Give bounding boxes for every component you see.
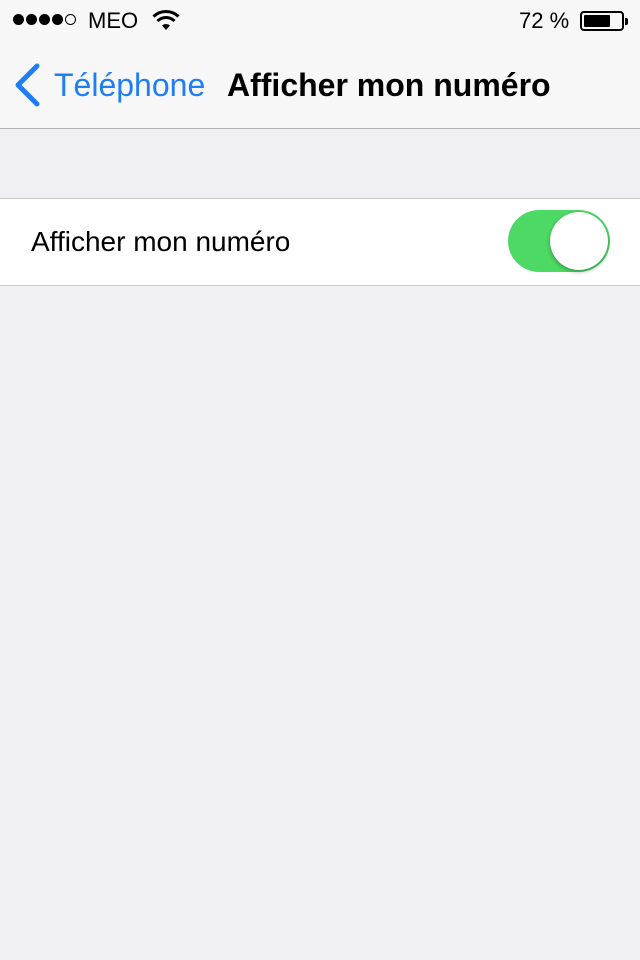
screen: MEO 72 % Téléphone Afficher mon numéro A… xyxy=(0,0,640,960)
page-title: Afficher mon numéro xyxy=(227,67,551,103)
top-chrome: MEO 72 % Téléphone Afficher mon numéro xyxy=(0,0,640,129)
back-button-label: Téléphone xyxy=(54,66,206,103)
signal-dot-empty xyxy=(65,14,76,25)
battery-fill xyxy=(584,15,610,27)
navigation-bar: Téléphone Afficher mon numéro xyxy=(0,40,640,128)
signal-dot xyxy=(52,14,63,25)
toggle-knob xyxy=(550,212,608,270)
wifi-icon xyxy=(152,9,180,30)
back-button[interactable]: Téléphone xyxy=(12,62,205,108)
battery-percentage: 72 % xyxy=(519,8,570,33)
signal-icon xyxy=(13,14,76,25)
back-chevron-icon xyxy=(15,63,40,107)
settings-row-label: Afficher mon numéro xyxy=(31,226,291,257)
signal-dot xyxy=(26,14,37,25)
signal-dot xyxy=(39,14,50,25)
battery-icon xyxy=(580,11,628,31)
settings-group: Afficher mon numéro xyxy=(0,198,640,286)
show-caller-id-toggle[interactable] xyxy=(508,210,610,272)
battery-nub xyxy=(625,18,628,25)
status-bar: MEO 72 % xyxy=(0,0,640,40)
signal-dot xyxy=(13,14,24,25)
carrier-name: MEO xyxy=(88,8,139,33)
